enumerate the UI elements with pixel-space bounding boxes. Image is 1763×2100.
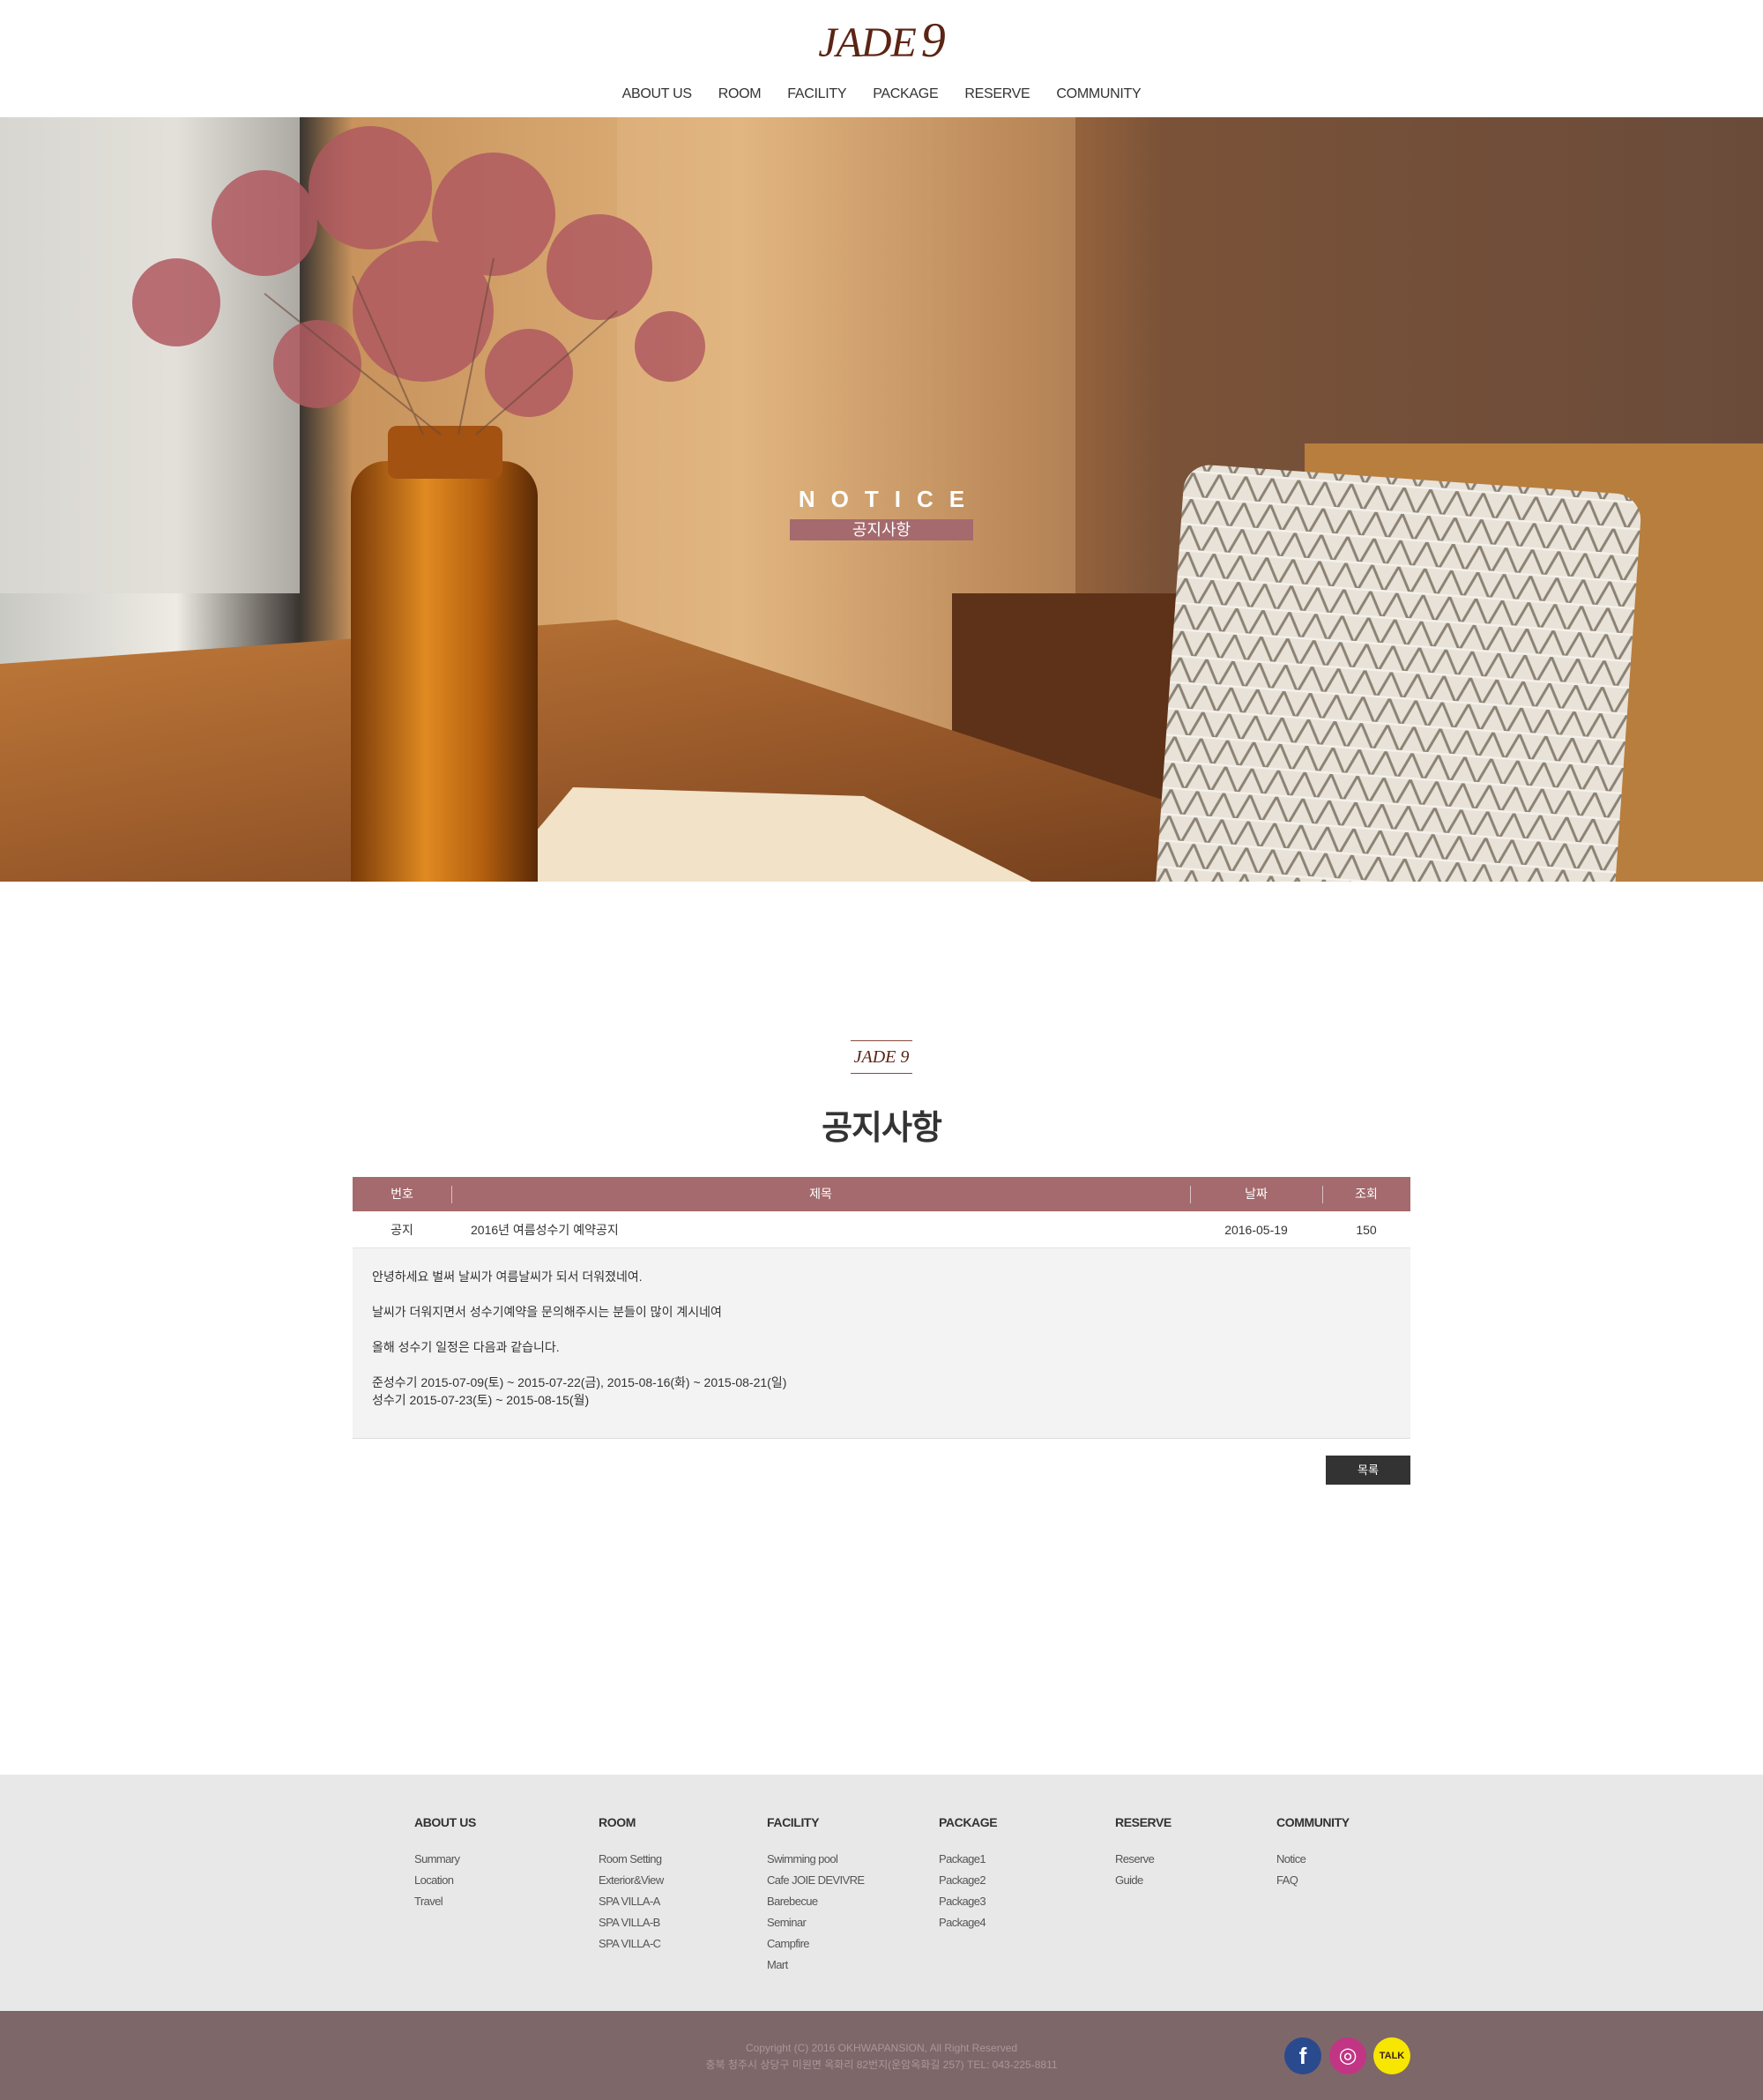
post-content: 안녕하세요 벌써 날씨가 여름날씨가 되서 더워졌네여. 날씨가 더워지면서 성… [353, 1248, 1410, 1439]
logo-text[interactable]: JADE [818, 19, 917, 66]
footer-heading[interactable]: COMMUNITY [1276, 1815, 1350, 1829]
content-line: 올해 성수기 일정은 다음과 같습니다. [372, 1340, 560, 1354]
row-date: 2016-05-19 [1224, 1223, 1288, 1237]
header-date: 날짜 [1245, 1187, 1268, 1201]
copyright-text: Copyright (C) 2016 OKHWAPANSION, All Rig… [745, 2042, 1018, 2054]
header-no: 번호 [391, 1187, 413, 1201]
footer-link[interactable]: SPA VILLA-B [599, 1912, 664, 1933]
footer-link[interactable]: Package4 [939, 1912, 997, 1933]
hero-title: NOTICE [798, 486, 981, 512]
nav-package[interactable]: PACKAGE [873, 86, 938, 102]
footer-link[interactable]: Travel [414, 1891, 476, 1912]
page-title: 공지사항 [822, 1110, 942, 1147]
row-subject[interactable]: 2016년 여름성수기 예약공지 [471, 1211, 1176, 1248]
footer-link[interactable]: Location [414, 1870, 476, 1891]
footer-link[interactable]: Summary [414, 1849, 476, 1870]
footer-link[interactable]: Cafe JOIE DEVIVRE [767, 1870, 865, 1891]
footer-heading[interactable]: ABOUT US [414, 1815, 476, 1829]
footer-link[interactable]: Package2 [939, 1870, 997, 1891]
hero-banner: NOTICE 공지사항 [0, 117, 1763, 882]
nav-about-us[interactable]: ABOUT US [622, 86, 692, 102]
footer-link[interactable]: Seminar [767, 1912, 864, 1933]
list-button[interactable]: 목록 [1326, 1456, 1410, 1485]
footer-link[interactable]: FAQ [1276, 1870, 1350, 1891]
hero-subtitle: 공지사항 [790, 519, 973, 540]
logo-number[interactable]: 9 [921, 13, 946, 68]
footer-link[interactable]: Package1 [939, 1849, 997, 1870]
footer-col-community: COMMUNITY Notice FAQ [1276, 1815, 1350, 1891]
footer-heading[interactable]: RESERVE [1115, 1815, 1172, 1829]
content-line: 안녕하세요 벌써 날씨가 여름날씨가 되서 더워졌네여. [372, 1270, 643, 1284]
footer-link[interactable]: Mart [767, 1955, 864, 1976]
footer-link[interactable]: SPA VILLA-A [599, 1891, 664, 1912]
footer-col-reserve: RESERVE Reserve Guide [1115, 1815, 1172, 1891]
header-subject: 제목 [809, 1187, 832, 1201]
content-line: 준성수기 2015-07-09(토) ~ 2015-07-22(금), 2015… [372, 1375, 787, 1389]
footer-link[interactable]: Room Setting [599, 1849, 664, 1870]
footer-link[interactable]: Package3 [939, 1891, 997, 1912]
footer-sitemap: ABOUT US Summary Location Travel ROOM Ro… [0, 1775, 1763, 2011]
content-line: 날씨가 더워지면서 성수기예약을 문의해주시는 분들이 많이 계시네여 [372, 1305, 722, 1319]
nav-community[interactable]: COMMUNITY [1056, 86, 1141, 102]
instagram-icon[interactable]: ◎ [1329, 2037, 1366, 2074]
footer-link[interactable]: Swimming pool [767, 1849, 864, 1870]
footer-link[interactable]: Reserve [1115, 1849, 1172, 1870]
board-header: 번호 제목 날짜 조회 [353, 1177, 1410, 1211]
address-text: 충북 청주시 상당구 미원면 옥화리 82번지(운암옥화길 257) TEL: … [705, 2059, 1058, 2071]
footer-col-room: ROOM Room Setting Exterior&View SPA VILL… [599, 1815, 664, 1955]
header-views: 조회 [1355, 1187, 1378, 1201]
row-views: 150 [1356, 1223, 1377, 1237]
footer-bottom-bar: Copyright (C) 2016 OKHWAPANSION, All Rig… [0, 2011, 1763, 2100]
footer-heading[interactable]: PACKAGE [939, 1815, 998, 1829]
footer-link[interactable]: Barebecue [767, 1891, 864, 1912]
footer-heading[interactable]: FACILITY [767, 1815, 864, 1829]
site-logo[interactable]: JADE 9 [0, 12, 1763, 69]
footer-link[interactable]: Notice [1276, 1849, 1350, 1870]
row-no: 공지 [391, 1223, 413, 1237]
nav-room[interactable]: ROOM [718, 86, 762, 102]
nav-reserve[interactable]: RESERVE [964, 86, 1030, 102]
footer-col-facility: FACILITY Swimming pool Cafe JOIE DEVIVRE… [767, 1815, 865, 1976]
section-logo: JADE 9 [851, 1040, 912, 1074]
footer-heading[interactable]: ROOM [599, 1815, 664, 1829]
footer-copyright: Copyright (C) 2016 OKHWAPANSION, All Rig… [0, 2040, 1763, 2074]
main-nav: ABOUT US ROOM FACILITY PACKAGE RESERVE C… [0, 86, 1763, 102]
nav-facility[interactable]: FACILITY [787, 86, 846, 102]
footer-link[interactable]: SPA VILLA-C [599, 1933, 664, 1955]
site-header: JADE 9 ABOUT US ROOM FACILITY PACKAGE RES… [0, 0, 1763, 117]
footer-link[interactable]: Guide [1115, 1870, 1172, 1891]
kakaotalk-icon[interactable]: TALK [1373, 2037, 1410, 2074]
content-line: 성수기 2015-07-23(토) ~ 2015-08-15(월) [372, 1393, 590, 1407]
footer-col-about: ABOUT US Summary Location Travel [414, 1815, 476, 1912]
footer-link[interactable]: Exterior&View [599, 1870, 664, 1891]
facebook-icon[interactable]: f [1284, 2037, 1321, 2074]
footer-col-package: PACKAGE Package1 Package2 Package3 Packa… [939, 1815, 998, 1933]
table-row[interactable]: 공지 2016년 여름성수기 예약공지 2016-05-19 150 [353, 1211, 1410, 1248]
footer-link[interactable]: Campfire [767, 1933, 864, 1955]
